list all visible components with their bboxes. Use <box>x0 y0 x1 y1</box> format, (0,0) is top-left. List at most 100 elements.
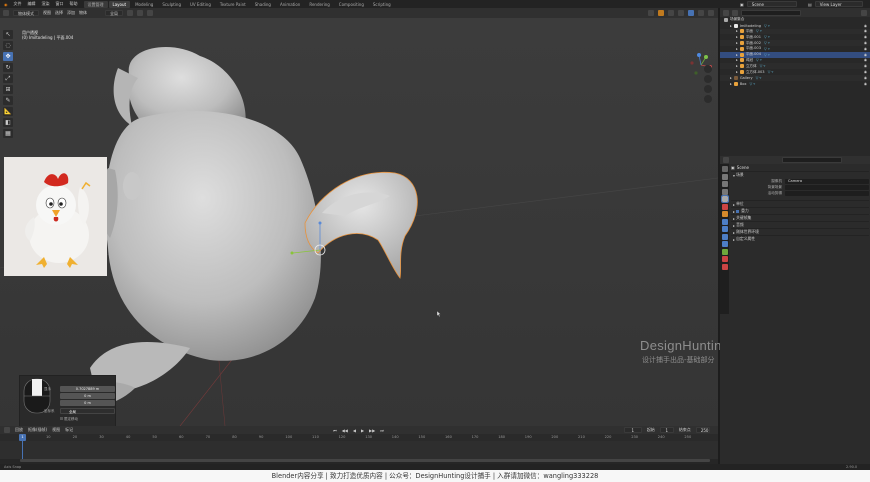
pivot-icon[interactable] <box>127 10 133 16</box>
tab-uv-editing[interactable]: UV Editing <box>186 1 215 8</box>
prev-key-icon[interactable]: ◀◀ <box>342 428 348 433</box>
modifier-icon[interactable]: ▽ ▿ <box>764 53 770 57</box>
menu-select[interactable]: 选择 <box>55 10 63 16</box>
current-frame-field[interactable]: 1 <box>623 427 642 433</box>
expand-arrow-icon[interactable]: ▸ <box>736 64 738 68</box>
measure-tool-icon[interactable]: 📐 <box>3 107 13 116</box>
eye-icon[interactable]: ◉ <box>864 82 867 86</box>
background-scene-value[interactable] <box>785 184 869 190</box>
modifier-icon[interactable]: ▽ ▿ <box>756 76 762 80</box>
eye-icon[interactable]: ◉ <box>864 58 867 62</box>
texture-tab-icon[interactable] <box>721 263 728 270</box>
timeline-scrollbar[interactable] <box>20 459 710 462</box>
eye-icon[interactable]: ◉ <box>864 64 867 68</box>
select-tool-icon[interactable]: ◌ <box>3 41 13 50</box>
gizmo-toggle-icon[interactable] <box>658 10 664 16</box>
expand-arrow-icon[interactable]: ▸ <box>730 82 732 86</box>
transform-tool-icon[interactable]: ⊞ <box>3 85 13 94</box>
op-value-x[interactable]: 0.7027889 m <box>60 386 115 392</box>
expand-arrow-icon[interactable]: ▸ <box>736 47 738 51</box>
jump-start-icon[interactable]: ⏮ <box>333 428 337 433</box>
modifier-icon[interactable]: ▽ ▿ <box>764 35 770 39</box>
extra-tool-icon[interactable]: ▦ <box>3 129 13 138</box>
tab-layout[interactable]: Layout <box>108 0 131 8</box>
constraints-tab-icon[interactable] <box>721 241 728 247</box>
outliner-editor-icon[interactable] <box>723 9 729 16</box>
pan-icon[interactable] <box>704 75 712 83</box>
camera-value[interactable]: Camera <box>785 178 869 184</box>
timeline-menu-playback[interactable]: 回放 <box>15 427 23 433</box>
section-audio[interactable]: ▸ 音频 <box>731 221 869 228</box>
eye-icon[interactable]: ◉ <box>864 53 867 57</box>
timeline-track-area[interactable] <box>0 441 718 459</box>
modifier-icon[interactable]: ▽ ▿ <box>750 82 756 86</box>
perspective-toggle-icon[interactable] <box>704 95 712 103</box>
eye-icon[interactable]: ◉ <box>864 70 867 74</box>
outliner-filter-icon[interactable] <box>732 9 738 16</box>
physics-tab-icon[interactable] <box>721 233 728 240</box>
modifier-icon[interactable]: ▽ ▿ <box>760 64 766 68</box>
eye-icon[interactable]: ◉ <box>864 41 867 45</box>
blender-logo-icon[interactable]: ◉ <box>4 2 8 7</box>
menu-view[interactable]: 视图 <box>43 10 51 16</box>
move-tool-icon[interactable]: ✥ <box>3 52 13 61</box>
properties-search-input[interactable] <box>782 157 842 163</box>
active-clip-value[interactable] <box>785 190 869 196</box>
gravity-checkbox-icon[interactable] <box>736 209 740 213</box>
modifier-icon[interactable]: ▽ ▿ <box>764 47 770 51</box>
xray-icon[interactable] <box>678 10 684 16</box>
op-constraint-checkbox[interactable]: 限定移动 <box>64 417 78 422</box>
op-orientation-dropdown[interactable]: 全局 <box>60 408 115 414</box>
world-tab-icon[interactable] <box>721 203 728 210</box>
menu-help[interactable]: 帮助 <box>70 1 78 7</box>
overlay-toggle-icon[interactable] <box>668 10 674 16</box>
shading-solid-icon[interactable] <box>688 10 694 16</box>
tab-manage[interactable]: 设置管理 <box>83 0 108 8</box>
view-layer-tab-icon[interactable] <box>721 188 728 195</box>
material-tab-icon[interactable] <box>721 256 728 262</box>
tab-scripting[interactable]: Scripting <box>369 1 395 8</box>
op-checkbox-icon[interactable] <box>60 417 63 420</box>
eye-icon[interactable]: ◉ <box>864 47 867 51</box>
particles-tab-icon[interactable] <box>721 226 728 232</box>
eye-icon[interactable]: ◉ <box>864 24 867 28</box>
tab-animation[interactable]: Animation <box>276 1 304 8</box>
play-icon[interactable]: ▶ <box>361 428 364 433</box>
menu-window[interactable]: 窗口 <box>56 1 64 7</box>
3d-viewport[interactable] <box>0 18 718 426</box>
tab-sculpting[interactable]: Sculpting <box>158 1 185 8</box>
modifier-icon[interactable]: ▽ ▿ <box>756 29 762 33</box>
view-layer-name[interactable]: View Layer <box>814 1 863 7</box>
timeline-menu-keying[interactable]: 抠像(插帧) <box>28 427 47 433</box>
timeline-ruler[interactable]: 10 20 30 40 50 60 70 80 90 100 110 120 130 140 150 160 1… <box>0 434 718 441</box>
rotate-tool-icon[interactable]: ↻ <box>3 63 13 72</box>
menu-render[interactable]: 渲染 <box>42 1 50 7</box>
timeline-menu-view[interactable]: 视图 <box>52 427 60 433</box>
camera-view-icon[interactable] <box>704 85 712 93</box>
modifier-icon[interactable]: ▽ ▿ <box>756 58 762 62</box>
tab-compositing[interactable]: Compositing <box>335 1 368 8</box>
tab-shading[interactable]: Shading <box>251 1 275 8</box>
snap-icon[interactable] <box>137 10 143 16</box>
shading-material-icon[interactable] <box>698 10 704 16</box>
next-key-icon[interactable]: ▶▶ <box>369 428 375 433</box>
tab-modeling[interactable]: Modeling <box>131 1 157 8</box>
expand-arrow-icon[interactable]: ▸ <box>736 29 738 33</box>
expand-arrow-icon[interactable]: ▸ <box>736 41 738 45</box>
eye-icon[interactable]: ◉ <box>864 35 867 39</box>
output-tab-icon[interactable] <box>721 181 728 187</box>
scale-tool-icon[interactable]: ⤢ <box>3 74 13 83</box>
expand-arrow-icon[interactable]: ▸ <box>736 70 738 74</box>
reference-image-chicken[interactable] <box>4 157 107 276</box>
scene-name[interactable]: Scene <box>746 1 797 7</box>
annotate-tool-icon[interactable]: ✎ <box>3 96 13 105</box>
cursor-tool-icon[interactable]: ↖ <box>3 30 13 39</box>
shading-rendered-icon[interactable] <box>708 10 714 16</box>
expand-arrow-icon[interactable]: ▸ <box>736 53 738 57</box>
expand-arrow-icon[interactable]: ▸ <box>730 24 732 28</box>
section-gravity[interactable]: ▸ 重力 <box>731 207 869 214</box>
modifier-icon[interactable]: ▽ ▿ <box>764 24 770 28</box>
transform-orientation-dropdown[interactable]: 全局 <box>105 10 123 16</box>
eye-icon[interactable]: ◉ <box>864 76 867 80</box>
outliner-item[interactable]: ▸ Box ▽ ▿ ◉ <box>720 81 870 87</box>
